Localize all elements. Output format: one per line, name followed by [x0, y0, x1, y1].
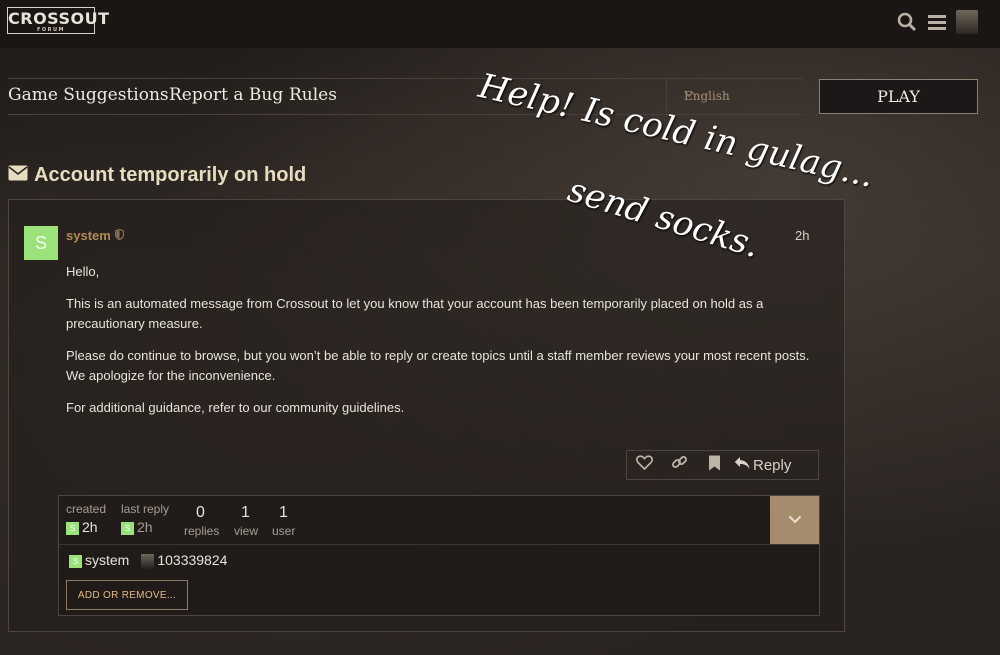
forum-logo[interactable]: CROSSOUT FORUM: [7, 7, 110, 34]
bookmark-icon: [708, 455, 721, 476]
participant-name: system: [85, 552, 130, 569]
reply-arrow-icon: [734, 456, 750, 474]
link-icon: [671, 454, 688, 476]
participants-list: Ssystem 103339824: [69, 552, 227, 569]
nav-report-bug[interactable]: Report a Bug: [169, 85, 283, 105]
topic-title[interactable]: Account temporarily on hold: [8, 164, 306, 187]
chevron-down-icon: [684, 88, 793, 101]
nav-game-suggestions[interactable]: Game Suggestions: [8, 85, 169, 105]
views-count: 1: [241, 504, 250, 521]
last-reply-label: last reply: [121, 502, 170, 516]
avatar: [141, 553, 155, 569]
shield-icon: [114, 228, 124, 243]
views-label: view: [234, 524, 259, 538]
replies-label: replies: [184, 524, 220, 538]
avatar: S: [69, 555, 82, 569]
avatar: S: [121, 521, 134, 535]
reply-label: Reply: [753, 456, 792, 474]
user-avatar[interactable]: [956, 10, 978, 34]
header-icons: [896, 10, 978, 34]
participant-user[interactable]: 103339824: [141, 552, 227, 569]
language-select[interactable]: English: [666, 79, 811, 114]
topic-title-text: Account temporarily on hold: [34, 164, 307, 186]
last-reply-value[interactable]: S 2h: [121, 519, 153, 535]
topic-map-stats: created S 2h last reply S 2h 0 replies 1 v…: [59, 496, 819, 545]
expand-topic-map-button[interactable]: [770, 496, 819, 544]
created-value[interactable]: S 2h: [66, 519, 98, 535]
replies-count: 0: [196, 504, 205, 521]
chevron-down-icon: [788, 511, 802, 529]
created-time: 2h: [82, 519, 98, 535]
logo-text: CROSSOUT: [8, 9, 110, 28]
avatar[interactable]: S: [24, 226, 58, 260]
participant-system[interactable]: Ssystem: [69, 552, 129, 568]
users-count: 1: [279, 504, 288, 521]
post-body: Hello, This is an automated message from…: [66, 262, 811, 430]
reply-button[interactable]: Reply: [734, 456, 791, 474]
post-time[interactable]: 2h: [795, 228, 809, 243]
navigation-bar: Game Suggestions Report a Bug Rules Engl…: [8, 78, 803, 115]
participant-name: 103339824: [157, 552, 228, 568]
copy-link-button[interactable]: [662, 451, 697, 479]
last-reply-time: 2h: [137, 519, 153, 535]
nav-rules[interactable]: Rules: [289, 85, 337, 105]
users-label: user: [272, 524, 296, 538]
username-text: system: [66, 228, 111, 243]
post-paragraph: For additional guidance, refer to our co…: [66, 400, 405, 415]
post-paragraph: Please do continue to browse, but you wo…: [66, 348, 810, 383]
created-label: created: [66, 502, 107, 516]
logo-subtext: FORUM: [36, 27, 66, 33]
heart-icon: [636, 455, 653, 475]
play-button[interactable]: PLAY: [819, 79, 978, 114]
post-author[interactable]: system: [66, 228, 124, 243]
post-paragraph: This is an automated message from Crosso…: [66, 296, 764, 331]
topic-map: created S 2h last reply S 2h 0 replies 1 v…: [58, 495, 820, 616]
avatar: S: [66, 521, 79, 535]
search-icon[interactable]: [896, 11, 918, 33]
post-actions: Reply: [626, 450, 819, 480]
envelope-icon: [8, 164, 28, 187]
like-button[interactable]: [627, 451, 662, 479]
menu-icon[interactable]: [926, 11, 948, 33]
post-paragraph: Hello,: [66, 264, 100, 279]
top-header: CROSSOUT FORUM: [0, 0, 1000, 48]
bookmark-button[interactable]: [697, 451, 732, 479]
add-or-remove-button[interactable]: ADD OR REMOVE...: [66, 580, 188, 610]
